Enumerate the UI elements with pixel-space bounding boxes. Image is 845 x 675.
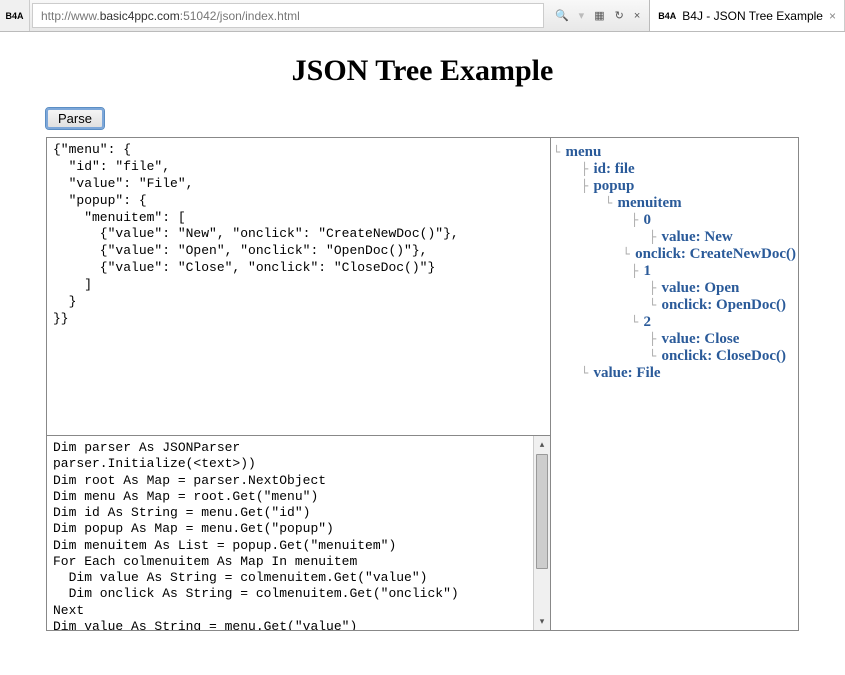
tree-branch-icon: ├ bbox=[649, 230, 661, 244]
left-column: {"menu": { "id": "file", "value": "File"… bbox=[47, 138, 551, 630]
tree-node-0[interactable]: ├ 0 bbox=[553, 212, 796, 229]
page-content: JSON Tree Example Parse {"menu": { "id":… bbox=[0, 54, 845, 631]
main-layout: {"menu": { "id": "file", "value": "File"… bbox=[46, 137, 799, 631]
json-tree: └ menu ├ id: file ├ popup └ menuitem bbox=[553, 144, 796, 382]
tree-branch-icon: └ bbox=[581, 366, 593, 380]
close-icon[interactable]: × bbox=[829, 9, 836, 23]
code-output-textarea[interactable]: Dim parser As JSONParser parser.Initiali… bbox=[47, 436, 533, 630]
tree-branch-icon: ├ bbox=[649, 281, 661, 295]
tab-title: B4J - JSON Tree Example bbox=[682, 9, 823, 23]
tree-node-menuitem[interactable]: └ menuitem bbox=[553, 195, 796, 212]
tree-branch-icon: ├ bbox=[631, 264, 643, 278]
tree-node-0-onclick[interactable]: └ onclick: CreateNewDoc() bbox=[553, 246, 796, 263]
tree-branch-icon: └ bbox=[605, 196, 617, 210]
page-favicon-icon: B4A bbox=[0, 0, 30, 31]
tree-branch-icon: ├ bbox=[581, 179, 593, 193]
tree-node-1-onclick[interactable]: └ onclick: OpenDoc() bbox=[553, 297, 796, 314]
tree-branch-icon: └ bbox=[631, 315, 643, 329]
url-domain: basic4ppc.com bbox=[100, 9, 180, 23]
tree-branch-icon: ├ bbox=[649, 332, 661, 346]
tree-node-1-value[interactable]: ├ value: Open bbox=[553, 280, 796, 297]
tree-branch-icon: └ bbox=[553, 145, 565, 159]
scrollbar-thumb[interactable] bbox=[536, 454, 548, 569]
parse-button[interactable]: Parse bbox=[46, 108, 104, 129]
compat-icon[interactable]: ▦ bbox=[591, 7, 607, 24]
address-bar[interactable]: http://www.basic4ppc.com:51042/json/inde… bbox=[32, 3, 544, 28]
tree-node-popup[interactable]: ├ popup bbox=[553, 178, 796, 195]
tree-panel: └ menu ├ id: file ├ popup └ menuitem bbox=[551, 138, 798, 630]
tree-node-2[interactable]: └ 2 bbox=[553, 314, 796, 331]
code-output-wrap: Dim parser As JSONParser parser.Initiali… bbox=[47, 436, 550, 630]
tree-branch-icon: └ bbox=[649, 298, 661, 312]
refresh-icon[interactable]: ↻ bbox=[612, 7, 627, 24]
parse-row: Parse bbox=[0, 108, 845, 129]
stop-icon[interactable]: × bbox=[631, 8, 643, 24]
tree-node-menu[interactable]: └ menu bbox=[553, 144, 796, 161]
browser-tab[interactable]: B4A B4J - JSON Tree Example × bbox=[650, 0, 845, 31]
url-suffix: :51042/json/index.html bbox=[180, 9, 300, 23]
tree-node-2-onclick[interactable]: └ onclick: CloseDoc() bbox=[553, 348, 796, 365]
browser-chrome: B4A http://www.basic4ppc.com:51042/json/… bbox=[0, 0, 845, 32]
browser-toolbar: 🔍 ▾ ▦ ↻ × bbox=[546, 0, 649, 31]
separator-icon: ▾ bbox=[576, 7, 588, 24]
tab-favicon-icon: B4A bbox=[658, 11, 676, 21]
tree-branch-icon: └ bbox=[649, 349, 661, 363]
search-icon[interactable]: 🔍 bbox=[552, 7, 572, 24]
page-title: JSON Tree Example bbox=[0, 54, 845, 88]
tree-branch-icon: └ bbox=[623, 247, 635, 261]
tree-node-1[interactable]: ├ 1 bbox=[553, 263, 796, 280]
tree-node-0-value[interactable]: ├ value: New bbox=[553, 229, 796, 246]
tree-node-value[interactable]: └ value: File bbox=[553, 365, 796, 382]
scroll-up-icon[interactable]: ▴ bbox=[534, 436, 550, 453]
url-prefix: http://www. bbox=[41, 9, 100, 23]
tree-node-2-value[interactable]: ├ value: Close bbox=[553, 331, 796, 348]
scroll-down-icon[interactable]: ▾ bbox=[534, 613, 550, 630]
json-input-textarea[interactable]: {"menu": { "id": "file", "value": "File"… bbox=[47, 138, 550, 436]
tree-branch-icon: ├ bbox=[631, 213, 643, 227]
tabs-area: B4A B4J - JSON Tree Example × bbox=[649, 0, 845, 31]
scrollbar-vertical[interactable]: ▴ ▾ bbox=[533, 436, 550, 630]
tree-node-id[interactable]: ├ id: file bbox=[553, 161, 796, 178]
tree-branch-icon: ├ bbox=[581, 162, 593, 176]
